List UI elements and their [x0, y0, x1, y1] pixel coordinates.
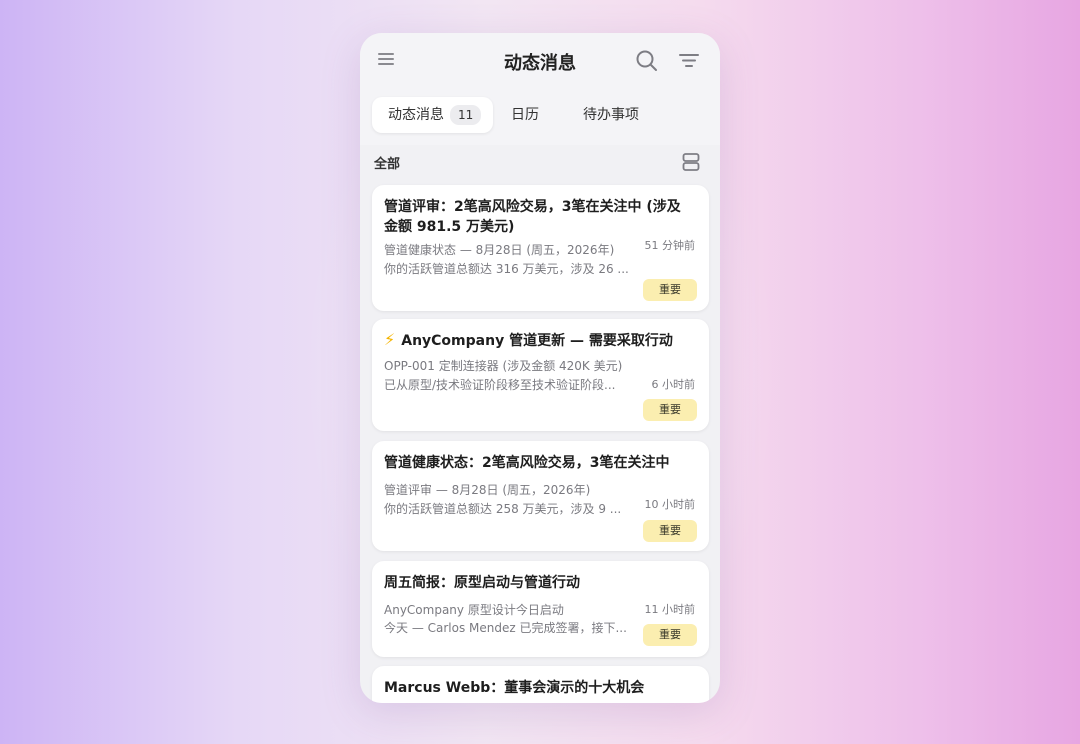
page-title: 动态消息	[504, 53, 576, 74]
tab-todo[interactable]: 待办事项	[583, 97, 639, 133]
card-time: 51 分钟前	[644, 239, 696, 252]
card-title: 管道健康状态：2笔高风险交易，3笔在关注中	[384, 455, 670, 471]
card-title: ⚡ AnyCompany 管道更新 — 需要采取行动	[384, 330, 684, 351]
card-time: 10 小时前	[644, 498, 696, 511]
card-preview: 你的活跃管道总额达 258 万美元，涉及 9 ...	[384, 502, 622, 516]
card-preview: 已从原型/技术验证阶段移至技术验证阶段...	[384, 378, 616, 392]
important-badge: 重要	[643, 624, 697, 646]
card-title: 周五简报：原型启动与管道行动	[384, 575, 580, 591]
tab-calendar[interactable]: 日历	[511, 97, 539, 133]
search-icon[interactable]	[635, 49, 659, 73]
message-card[interactable]: 管道评审：2笔高风险交易，3笔在关注中 (涉及金额 981.5 万美元) 管道健…	[372, 185, 709, 311]
card-preview: 你的活跃管道总额达 316 万美元，涉及 26 ...	[384, 262, 629, 276]
card-preview: 今天 — Carlos Mendez 已完成签署，接下...	[384, 621, 627, 635]
top-bar: 动态消息	[360, 33, 720, 89]
card-subtitle: AnyCompany 原型设计今日启动	[384, 603, 564, 617]
card-subtitle: OPP-001 定制连接器 (涉及金额 420K 美元)	[384, 359, 623, 373]
important-badge: 重要	[643, 279, 697, 301]
phone-frame: 动态消息 动态消息 11 日历 待办事项 全部 管道评审：2笔高风险交易，3笔在…	[360, 33, 720, 703]
tab-calendar-label: 日历	[511, 107, 539, 123]
filter-icon[interactable]	[678, 51, 700, 71]
important-badge: 重要	[643, 520, 697, 542]
card-title: Marcus Webb：董事会演示的十大机会	[384, 680, 645, 696]
message-card[interactable]: 管道健康状态：2笔高风险交易，3笔在关注中 管道评审 — 8月28日 (周五，2…	[372, 441, 709, 551]
view-toggle-icon[interactable]	[682, 152, 700, 172]
tab-feed-label: 动态消息	[388, 107, 444, 123]
card-subtitle: 管道健康状态 — 8月28日 (周五，2026年)	[384, 243, 615, 257]
message-card[interactable]: 周五简报：原型启动与管道行动 AnyCompany 原型设计今日启动 今天 — …	[372, 561, 709, 657]
message-card[interactable]: ⚡ AnyCompany 管道更新 — 需要采取行动 OPP-001 定制连接器 …	[372, 319, 709, 431]
card-subtitle: 管道评审 — 8月28日 (周五，2026年)	[384, 483, 591, 497]
important-badge: 重要	[643, 399, 697, 421]
message-card[interactable]: Marcus Webb：董事会演示的十大机会	[372, 666, 709, 703]
tab-bar: 动态消息 11 日历 待办事项	[360, 89, 720, 145]
section-label: 全部	[374, 157, 401, 172]
lightning-icon: ⚡	[384, 330, 396, 349]
card-title-text: AnyCompany 管道更新 — 需要采取行动	[401, 333, 673, 349]
tab-feed-badge: 11	[450, 105, 482, 125]
card-time: 6 小时前	[651, 378, 696, 391]
tab-feed[interactable]: 动态消息 11	[372, 97, 494, 133]
card-time: 11 小时前	[644, 603, 696, 616]
card-title: 管道评审：2笔高风险交易，3笔在关注中 (涉及金额 981.5 万美元)	[384, 199, 681, 235]
tab-todo-label: 待办事项	[583, 107, 639, 123]
